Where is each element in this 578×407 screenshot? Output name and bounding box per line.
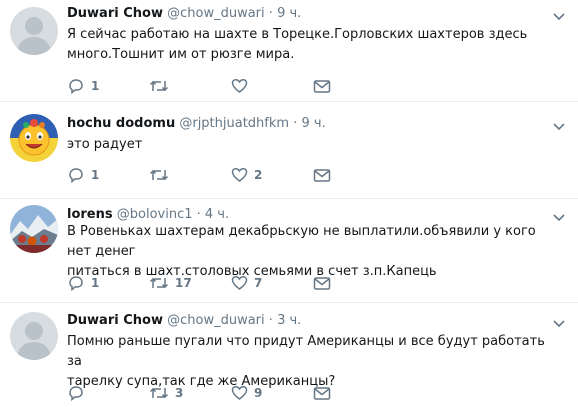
separator: · xyxy=(268,6,273,21)
default-avatar-icon xyxy=(10,7,58,55)
like-count: 9 xyxy=(254,386,263,400)
author-name[interactable]: Duwari Chow xyxy=(67,6,163,21)
heart-icon xyxy=(231,385,248,400)
reply-button[interactable]: 1 xyxy=(67,166,99,184)
author-name[interactable]: hochu dodomu xyxy=(67,116,175,131)
avatar[interactable] xyxy=(10,7,58,55)
like-button[interactable]: 2 xyxy=(231,166,262,184)
envelope-icon xyxy=(313,386,331,400)
tweet-text: Помню раньше пугали что придут Американц… xyxy=(67,334,545,389)
retweet-icon xyxy=(149,387,169,399)
heart-icon xyxy=(231,78,248,93)
reply-count: 1 xyxy=(91,79,100,93)
reply-icon xyxy=(69,168,83,183)
avatar[interactable] xyxy=(10,312,58,360)
direct-message-button[interactable] xyxy=(313,77,331,95)
author-name[interactable]: Duwari Chow xyxy=(67,313,163,328)
reply-button[interactable]: 1 xyxy=(67,274,99,292)
retweet-icon xyxy=(149,277,169,289)
avatar[interactable] xyxy=(10,114,58,162)
retweet-count: 17 xyxy=(175,276,192,290)
like-count: 7 xyxy=(254,276,263,290)
reply-button[interactable]: 1 xyxy=(67,77,99,95)
like-button[interactable] xyxy=(231,77,254,95)
envelope-icon xyxy=(313,79,331,93)
tweet-text: Я сейчас работаю на шахте в Торецке.Горл… xyxy=(67,27,528,62)
separator: · xyxy=(196,207,201,222)
separator: · xyxy=(293,116,298,131)
retweet-button[interactable] xyxy=(149,166,175,184)
author-handle[interactable]: @bolovinc1 xyxy=(117,207,193,222)
tweet[interactable]: hochu dodomu @rjpthjuatdhfkm · 9 ч. это … xyxy=(0,102,578,199)
retweet-icon xyxy=(149,169,169,181)
author-handle[interactable]: @chow_duwari xyxy=(167,313,265,328)
retweet-icon xyxy=(149,80,169,92)
chevron-down-icon[interactable] xyxy=(552,7,566,26)
heart-icon xyxy=(231,275,248,290)
separator: · xyxy=(268,313,273,328)
retweet-button[interactable]: 3 xyxy=(149,384,183,402)
direct-message-button[interactable] xyxy=(313,274,331,292)
timestamp[interactable]: 9 ч. xyxy=(277,6,301,21)
timestamp[interactable]: 3 ч. xyxy=(277,313,301,328)
envelope-icon xyxy=(313,276,331,290)
timestamp[interactable]: 9 ч. xyxy=(302,116,326,131)
reply-icon xyxy=(69,386,83,401)
envelope-icon xyxy=(313,168,331,182)
reply-icon xyxy=(69,276,83,291)
tweet-text: это радует xyxy=(67,137,143,152)
default-avatar-icon xyxy=(10,312,58,360)
direct-message-button[interactable] xyxy=(313,166,331,184)
reply-button[interactable] xyxy=(67,384,91,402)
chevron-down-icon[interactable] xyxy=(552,117,566,136)
reply-count: 1 xyxy=(91,168,100,182)
landscape-avatar-icon xyxy=(10,205,58,253)
like-button[interactable]: 9 xyxy=(231,384,262,402)
reply-count: 1 xyxy=(91,276,100,290)
heart-icon xyxy=(231,167,248,182)
retweet-button[interactable]: 17 xyxy=(149,274,192,292)
author-handle[interactable]: @chow_duwari xyxy=(167,6,265,21)
reply-icon xyxy=(69,79,83,94)
like-count: 2 xyxy=(254,168,263,182)
tweet[interactable]: Duwari Chow @chow_duwari · 3 ч. Помню ра… xyxy=(0,303,578,407)
retweet-button[interactable] xyxy=(149,77,175,95)
timestamp[interactable]: 4 ч. xyxy=(205,207,229,222)
direct-message-button[interactable] xyxy=(313,384,331,402)
emoji-avatar-icon xyxy=(10,114,58,162)
tweet[interactable]: Duwari Chow @chow_duwari · 9 ч. Я сейчас… xyxy=(0,0,578,102)
author-handle[interactable]: @rjpthjuatdhfkm xyxy=(179,116,289,131)
author-name[interactable]: lorens xyxy=(67,207,113,222)
like-button[interactable]: 7 xyxy=(231,274,262,292)
tweet[interactable]: lorens @bolovinc1 · 4 ч. В Ровеньках шах… xyxy=(0,199,578,303)
chevron-down-icon[interactable] xyxy=(552,314,566,333)
reply-feed: Duwari Chow @chow_duwari · 9 ч. Я сейчас… xyxy=(0,0,578,407)
avatar[interactable] xyxy=(10,205,58,253)
retweet-count: 3 xyxy=(175,386,184,400)
tweet-text: В Ровеньках шахтерам декабрьскую не выпл… xyxy=(67,224,536,279)
